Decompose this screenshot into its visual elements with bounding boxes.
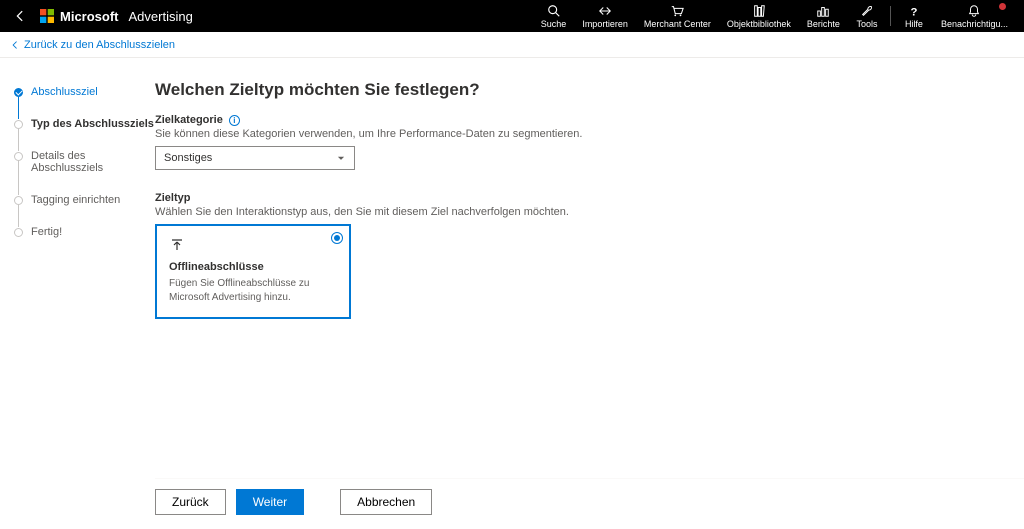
- radio-selected[interactable]: [331, 232, 343, 244]
- topnav-tools[interactable]: Tools: [848, 0, 886, 32]
- cart-icon: [670, 4, 684, 18]
- tools-icon: [860, 4, 874, 18]
- topnav-berichte[interactable]: Berichte: [799, 0, 848, 32]
- chevron-left-icon: [10, 40, 20, 50]
- cancel-button[interactable]: Abbrechen: [340, 489, 432, 515]
- breadcrumb-bar: Zurück zu den Abschlusszielen: [0, 32, 1024, 58]
- microsoft-logo-icon: [40, 9, 54, 23]
- info-icon[interactable]: i: [229, 115, 240, 126]
- zielkategorie-section: Zielkategorie i Sie können diese Kategor…: [155, 114, 1004, 170]
- wizard-footer: Zurück Weiter Abbrechen: [155, 478, 1024, 529]
- brand-logo[interactable]: Microsoft Advertising: [40, 9, 193, 24]
- chevron-down-icon: [336, 153, 346, 163]
- divider: [890, 6, 891, 26]
- zielkategorie-select[interactable]: Sonstiges: [155, 146, 355, 170]
- notification-dot: [999, 3, 1006, 10]
- brand-advertising: Advertising: [129, 9, 193, 24]
- search-icon: [547, 4, 561, 18]
- step-abschlussziel[interactable]: Abschlussziel: [14, 86, 155, 118]
- card-desc: Fügen Sie Offlineabschlüsse zu Microsoft…: [169, 277, 337, 305]
- back-arrow-button[interactable]: [8, 4, 32, 28]
- page-title: Welchen Zieltyp möchten Sie festlegen?: [155, 80, 1004, 100]
- step-tagging: Tagging einrichten: [14, 194, 155, 226]
- topnav-hilfe[interactable]: ? Hilfe: [895, 0, 933, 32]
- reports-icon: [816, 4, 830, 18]
- zielkategorie-desc: Sie können diese Kategorien verwenden, u…: [155, 128, 1004, 140]
- offline-upload-icon: [169, 236, 337, 255]
- topnav-importieren[interactable]: Importieren: [574, 0, 636, 32]
- breadcrumb-back-link[interactable]: Zurück zu den Abschlusszielen: [10, 39, 175, 51]
- zielkategorie-label: Zielkategorie: [155, 114, 223, 126]
- next-button[interactable]: Weiter: [236, 489, 304, 515]
- zieltyp-card-offlineabschluesse[interactable]: Offlineabschlüsse Fügen Sie Offlineabsch…: [155, 224, 351, 319]
- brand-microsoft: Microsoft: [60, 9, 119, 24]
- step-fertig: Fertig!: [14, 226, 155, 238]
- help-icon: ?: [907, 4, 921, 18]
- back-button[interactable]: Zurück: [155, 489, 226, 515]
- bell-icon: [967, 4, 981, 18]
- main-content: Welchen Zieltyp möchten Sie festlegen? Z…: [155, 58, 1024, 529]
- topnav-benachrichtigungen[interactable]: Benachrichtigu...: [933, 0, 1016, 32]
- zieltyp-label: Zieltyp: [155, 192, 190, 204]
- topbar: Microsoft Advertising Suche Importieren …: [0, 0, 1024, 32]
- import-icon: [598, 4, 612, 18]
- topnav-merchant-center[interactable]: Merchant Center: [636, 0, 719, 32]
- wizard-sidebar: Abschlussziel Typ des Abschlussziels Det…: [0, 58, 155, 529]
- topnav-objektbibliothek[interactable]: Objektbibliothek: [719, 0, 799, 32]
- card-title: Offlineabschlüsse: [169, 261, 337, 273]
- svg-text:?: ?: [910, 6, 917, 18]
- step-typ-abschlussziels[interactable]: Typ des Abschlussziels: [14, 118, 155, 150]
- zieltyp-section: Zieltyp Wählen Sie den Interaktionstyp a…: [155, 192, 1004, 319]
- topnav-suche[interactable]: Suche: [533, 0, 575, 32]
- library-icon: [752, 4, 766, 18]
- zieltyp-desc: Wählen Sie den Interaktionstyp aus, den …: [155, 206, 1004, 218]
- step-details: Details des Abschlussziels: [14, 150, 155, 194]
- topbar-right: Suche Importieren Merchant Center Objekt…: [533, 0, 1016, 32]
